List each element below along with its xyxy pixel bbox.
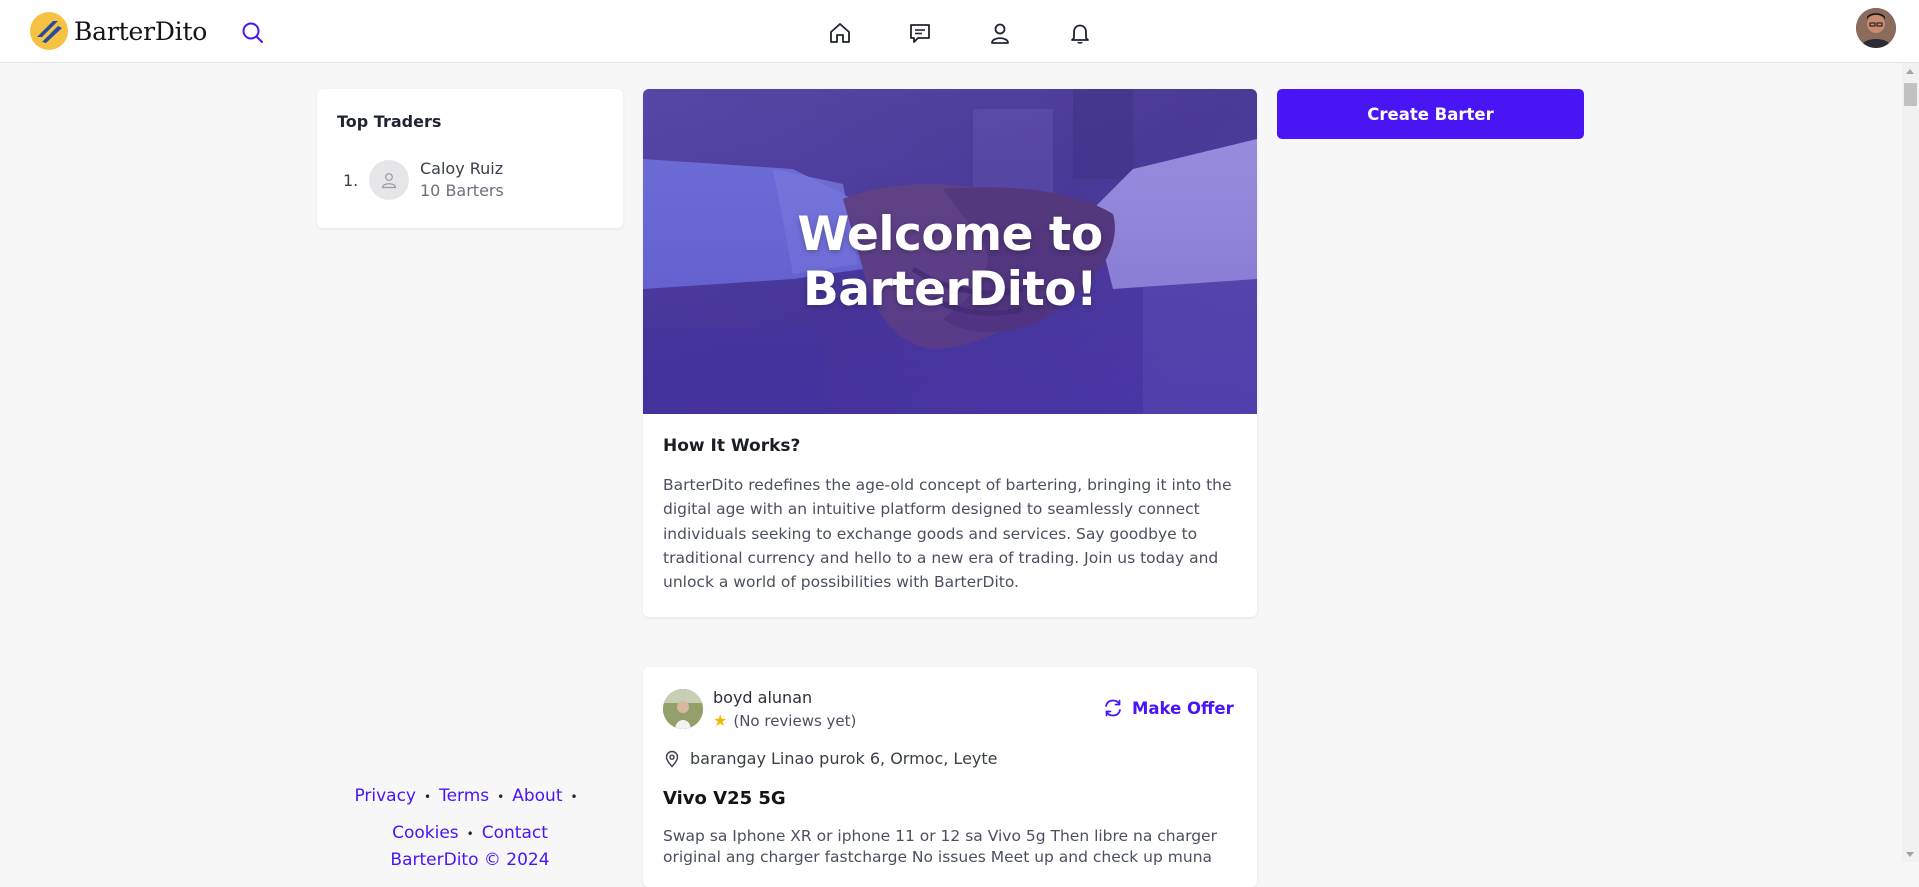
trader-avatar (369, 160, 409, 200)
post-rating-text: (No reviews yet) (733, 711, 857, 730)
barter-logo-icon (30, 12, 68, 50)
swap-icon (1105, 699, 1121, 717)
user-photo-icon (1856, 8, 1896, 48)
how-it-works-text: BarterDito redefines the age-old concept… (663, 476, 1232, 592)
separator-dot: • (466, 827, 474, 841)
bell-icon (1071, 24, 1089, 44)
post-location-text: barangay Linao purok 6, Ormoc, Leyte (690, 749, 998, 768)
hero-banner: Welcome to BarterDito! (643, 89, 1257, 414)
top-traders-card: Top Traders 1. Caloy Ruiz 10 Barters (317, 89, 623, 228)
page-scrollbar[interactable] (1902, 63, 1919, 862)
post-username[interactable]: boyd alunan (713, 688, 812, 707)
home-icon (830, 23, 850, 43)
brand-name: BarterDito (74, 16, 208, 46)
trader-info: Caloy Ruiz 10 Barters (420, 158, 504, 202)
separator-dot: • (424, 790, 432, 804)
trader-barter-count: 10 Barters (420, 181, 504, 200)
trader-rank: 1. (343, 170, 359, 190)
top-navbar: BarterDito (0, 0, 1919, 63)
nav-home[interactable] (824, 17, 856, 49)
separator-dot: • (570, 790, 578, 804)
nav-profile[interactable] (984, 17, 1016, 49)
make-offer-label: Make Offer (1132, 698, 1234, 718)
about-link[interactable]: About (512, 786, 562, 806)
trader-name: Caloy Ruiz (420, 159, 504, 178)
welcome-card: Welcome to BarterDito! How It Works? Bar… (643, 89, 1257, 617)
location-pin-icon (665, 750, 679, 768)
create-barter-button[interactable]: Create Barter (1277, 89, 1584, 139)
user-avatar[interactable] (1856, 8, 1896, 48)
contact-link[interactable]: Contact (482, 823, 548, 843)
nav-notifications[interactable] (1064, 17, 1096, 49)
how-it-works-title: How It Works? (663, 436, 801, 456)
post-rating: ★ (No reviews yet) (713, 711, 856, 730)
post-title[interactable]: Vivo V25 5G (663, 788, 786, 809)
scroll-thumb[interactable] (1904, 83, 1917, 106)
search-icon (242, 22, 263, 43)
search-button[interactable] (240, 20, 266, 46)
separator-dot: • (497, 790, 505, 804)
scroll-up-arrow-icon[interactable] (1906, 69, 1914, 74)
terms-link[interactable]: Terms (439, 786, 489, 806)
post-user-photo-icon (663, 689, 703, 729)
hero-title: Welcome to BarterDito! (797, 207, 1103, 317)
footer-links: Privacy • Terms • About • Cookies • Contact (317, 778, 623, 852)
main-nav (824, 17, 1096, 49)
post-location: barangay Linao purok 6, Ormoc, Leyte (663, 749, 998, 768)
user-placeholder-icon (381, 173, 397, 189)
make-offer-button[interactable]: Make Offer (1102, 697, 1234, 719)
privacy-link[interactable]: Privacy (354, 786, 416, 806)
profile-icon (991, 23, 1009, 44)
copyright-text: BarterDito © 2024 (390, 850, 550, 870)
chat-icon (910, 24, 930, 43)
trader-row[interactable]: 1. Caloy Ruiz 10 Barters (343, 158, 504, 202)
barter-post-card: boyd alunan ★ (No reviews yet) Make Offe… (643, 667, 1257, 887)
top-traders-title: Top Traders (337, 112, 442, 131)
post-user-avatar[interactable] (663, 689, 703, 729)
scroll-down-arrow-icon[interactable] (1906, 852, 1914, 857)
nav-messages[interactable] (904, 17, 936, 49)
brand-logo[interactable]: BarterDito (29, 11, 207, 51)
cookies-link[interactable]: Cookies (392, 823, 459, 843)
star-icon: ★ (713, 711, 728, 730)
